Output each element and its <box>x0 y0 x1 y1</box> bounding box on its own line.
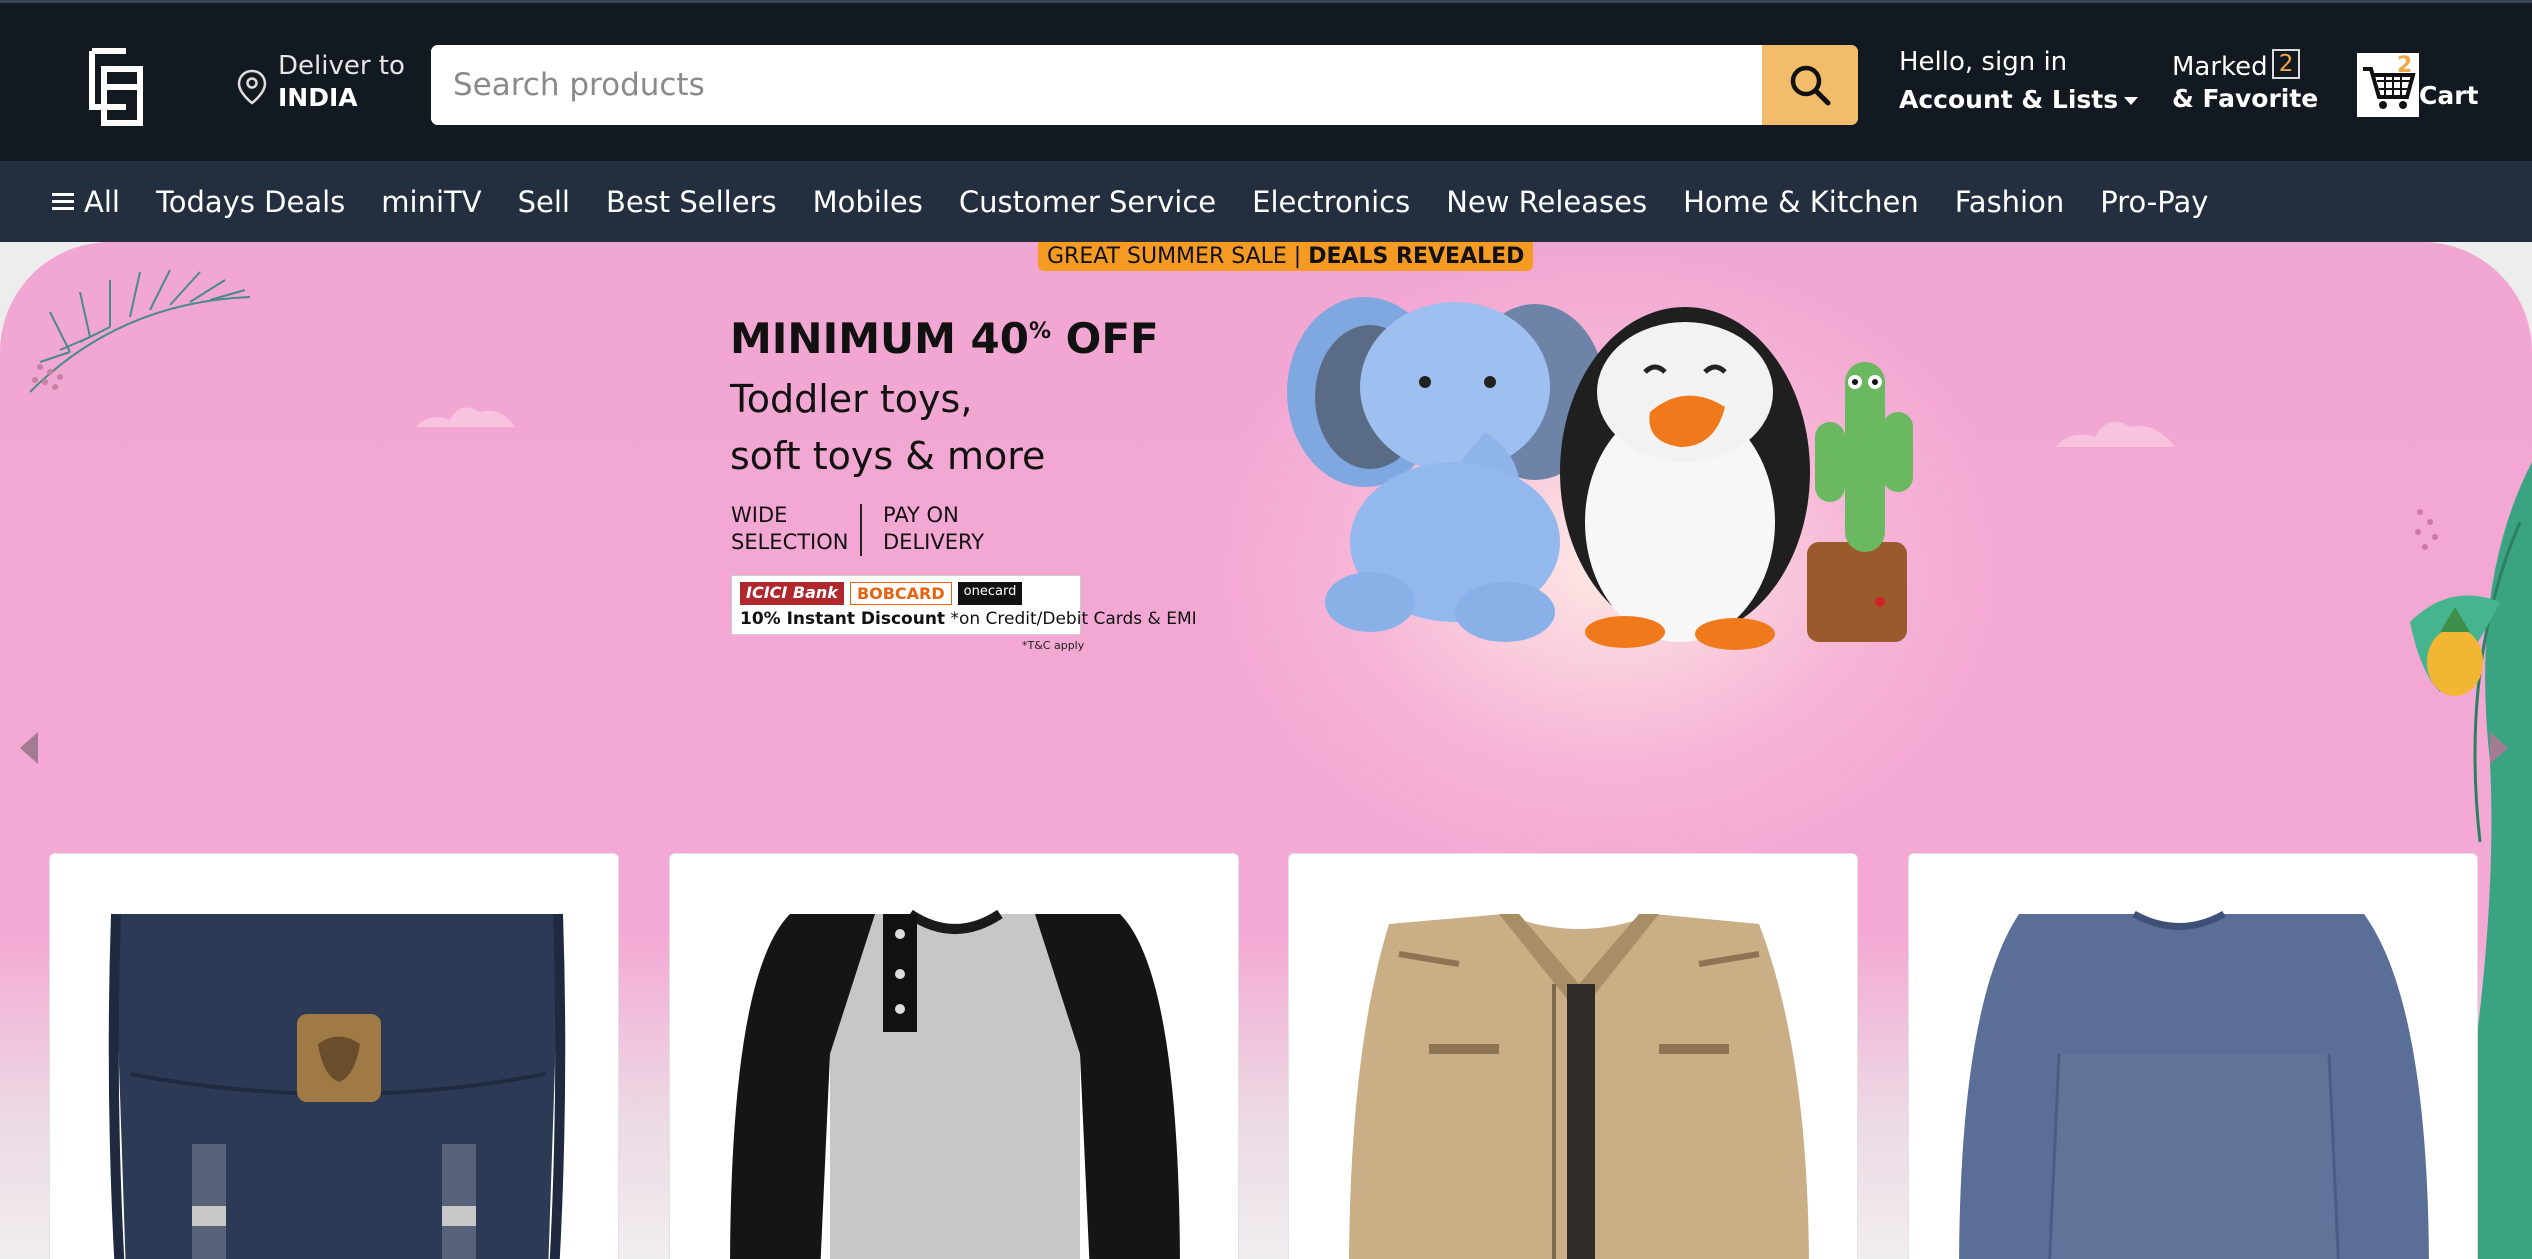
soft-toys-image <box>1287 297 1913 650</box>
feature-pay-on-delivery: PAY ON DELIVERY <box>883 502 984 556</box>
cactus-toy <box>1807 362 1913 642</box>
sale-tag-prefix: GREAT SUMMER SALE | <box>1047 244 1309 269</box>
search-bar <box>431 45 1858 125</box>
cart-button[interactable]: 2 Cart <box>2357 53 2479 121</box>
nav-item-mobiles[interactable]: Mobiles <box>813 185 923 219</box>
backpack-image <box>108 913 566 1259</box>
nav-item-pro-pay[interactable]: Pro-Pay <box>2100 185 2208 219</box>
nav-item-best-sellers[interactable]: Best Sellers <box>606 185 777 219</box>
raglan-shirt-image <box>730 909 1180 1259</box>
penguin-toy <box>1560 307 1810 650</box>
category-nav: All Todays Deals miniTV Sell Best Seller… <box>0 161 2532 242</box>
product-card-henley-shirt[interactable] <box>669 853 1239 1259</box>
feature-2-line-a: PAY ON <box>883 503 959 527</box>
bank-offer-box: ICICI Bank BOBCARD onecard 10% Instant D… <box>731 575 1197 635</box>
location-pin-icon <box>237 69 267 105</box>
search-button[interactable] <box>1762 45 1858 125</box>
carousel-prev-arrow[interactable] <box>20 732 38 764</box>
site-logo[interactable] <box>88 47 144 127</box>
discount-text: 10% Instant Discount *on Credit/Debit Ca… <box>740 609 1197 629</box>
nav-all-label: All <box>84 184 120 219</box>
carousel-next-arrow[interactable] <box>2490 732 2508 764</box>
discount-bold: 10% Instant Discount <box>740 609 946 629</box>
product-card-backpack[interactable] <box>49 853 619 1259</box>
offer-line-2: soft toys & more <box>730 434 1046 478</box>
nav-item-fashion[interactable]: Fashion <box>1955 185 2064 219</box>
top-header: Deliver to INDIA Hello, sign in Account … <box>0 0 2532 161</box>
nav-all-menu[interactable]: All <box>52 185 120 219</box>
nav-item-new-releases[interactable]: New Releases <box>1446 185 1647 219</box>
cart-label: Cart <box>2419 81 2479 110</box>
sale-tag: GREAT SUMMER SALE | DEALS REVEALED <box>1038 242 1534 271</box>
account-lists-label: Account & Lists <box>1899 85 2119 114</box>
cloud-decoration-left <box>415 407 515 427</box>
favorite-label: & Favorite <box>2172 84 2319 113</box>
palm-leaf-decoration <box>29 269 251 393</box>
icici-bank-logo: ICICI Bank <box>740 582 844 605</box>
deliver-location-value: INDIA <box>278 83 358 112</box>
feature-divider <box>860 504 862 556</box>
marked-label: Marked <box>2172 52 2268 82</box>
khaki-jacket-image <box>1349 914 1809 1259</box>
product-card-long-sleeve-tee[interactable] <box>1908 853 2478 1259</box>
search-input[interactable] <box>431 45 1761 125</box>
feature-wide-selection: WIDE SELECTION <box>731 502 849 556</box>
nav-item-home-kitchen[interactable]: Home & Kitchen <box>1683 185 1919 219</box>
search-icon <box>1790 65 1831 106</box>
caret-down-icon <box>2124 97 2139 105</box>
cart-count: 2 <box>2397 53 2413 78</box>
nav-item-sell[interactable]: Sell <box>518 185 570 219</box>
bobcard-logo: BOBCARD <box>849 582 952 605</box>
favorites-link[interactable]: Marked 2 & Favorite <box>2172 49 2318 113</box>
account-menu[interactable]: Hello, sign in Account & Lists <box>1899 47 2139 114</box>
feature-2-line-b: DELIVERY <box>883 530 985 554</box>
tnc-text: *T&C apply <box>1022 639 1085 652</box>
offer-sup: % <box>1028 319 1052 344</box>
cloud-decoration-right <box>2055 421 2175 447</box>
nav-item-todays-deals[interactable]: Todays Deals <box>156 185 345 219</box>
greeting-text: Hello, sign in <box>1899 47 2068 77</box>
long-sleeve-tee-image <box>1959 910 2429 1259</box>
nav-item-electronics[interactable]: Electronics <box>1252 185 1410 219</box>
elephant-toy <box>1287 297 1605 642</box>
product-card-khaki-jacket[interactable] <box>1288 853 1858 1259</box>
discount-rest: *on Credit/Debit Cards & EMI <box>950 609 1197 629</box>
nav-item-customer-service[interactable]: Customer Service <box>959 185 1216 219</box>
feature-1-line-a: WIDE <box>731 503 788 527</box>
onecard-logo: onecard <box>957 582 1023 605</box>
offer-prefix: MINIMUM 40 <box>730 314 1029 363</box>
offer-title: MINIMUM 40% OFF <box>730 314 1159 363</box>
offer-line-1: Toddler toys, <box>730 377 973 421</box>
sale-tag-bold: DEALS REVEALED <box>1308 244 1525 269</box>
deliver-label: Deliver to <box>278 51 405 81</box>
offer-suffix: OFF <box>1051 314 1159 363</box>
hamburger-menu-icon <box>52 192 74 211</box>
feature-1-line-b: SELECTION <box>731 530 849 554</box>
nav-item-minitv[interactable]: miniTV <box>381 185 481 219</box>
marked-count-badge: 2 <box>2271 49 2301 79</box>
